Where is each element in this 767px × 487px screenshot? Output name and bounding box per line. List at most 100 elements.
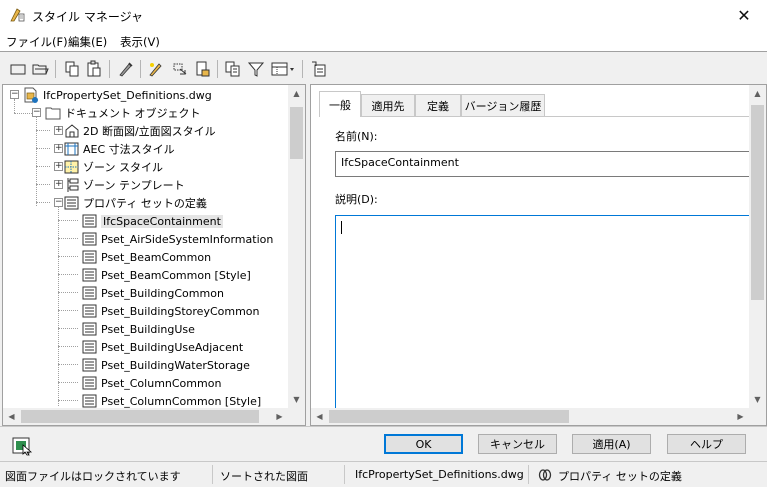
zone-style-icon: [64, 160, 79, 174]
toggle-view-icon[interactable]: [224, 60, 242, 78]
tree-item-label: Pset_BuildingWaterStorage: [101, 358, 250, 372]
tree-item-pset-3[interactable]: Pset_BeamCommon [Style]: [81, 266, 251, 284]
scroll-thumb[interactable]: [751, 105, 764, 300]
help-button[interactable]: ヘルプ: [667, 434, 746, 454]
tree-item-label: Pset_BuildingUse: [101, 322, 195, 336]
property-set-def-icon: [82, 268, 97, 282]
tree-group-label: AEC 寸法スタイル: [83, 143, 175, 156]
new-file-icon[interactable]: [9, 60, 27, 78]
title-bar: スタイル マネージャ ✕: [0, 0, 767, 31]
lock-icon[interactable]: [193, 60, 211, 78]
window-title: スタイル マネージャ: [32, 10, 143, 24]
scroll-thumb[interactable]: [290, 107, 303, 159]
property-set-def-icon: [82, 286, 97, 300]
tree-item-pset-4[interactable]: Pset_BuildingCommon: [81, 284, 224, 302]
details-vertical-scrollbar[interactable]: ▲ ▼: [749, 85, 766, 408]
tree-item-pset-8[interactable]: Pset_BuildingWaterStorage: [81, 356, 250, 374]
name-field[interactable]: IfcSpaceContainment: [335, 151, 755, 177]
apply-button[interactable]: 適用(A): [572, 434, 651, 454]
collapse-toggle[interactable]: −: [10, 90, 19, 99]
status-lock-text: 図面ファイルはロックされています: [5, 470, 181, 483]
scroll-down-arrow-icon[interactable]: ▼: [288, 391, 305, 408]
tree-item-pset-1[interactable]: Pset_AirSideSystemInformation: [81, 230, 273, 248]
menu-file[interactable]: ファイル(F): [6, 34, 68, 50]
scroll-left-arrow-icon[interactable]: ◀: [311, 408, 328, 425]
view-options-icon[interactable]: [270, 60, 296, 78]
tree-document-objects[interactable]: ドキュメント オブジェクト: [45, 104, 201, 122]
tab-applies-to[interactable]: 適用先: [361, 94, 415, 116]
scroll-thumb[interactable]: [21, 410, 259, 423]
status-category-text: プロパティ セットの定義: [558, 470, 682, 483]
paste-icon[interactable]: [85, 60, 103, 78]
tree-root-drawing[interactable]: IfcPropertySet_Definitions.dwg: [23, 86, 212, 104]
ok-button[interactable]: OK: [384, 434, 463, 454]
tab-definition[interactable]: 定義: [415, 94, 461, 116]
tree-item-pset-10[interactable]: Pset_ColumnCommon [Style]: [81, 392, 261, 409]
tree-item-pset-9[interactable]: Pset_ColumnCommon: [81, 374, 221, 392]
expand-toggle[interactable]: +: [54, 144, 63, 153]
property-set-def-icon: [82, 376, 97, 390]
scroll-left-arrow-icon[interactable]: ◀: [3, 408, 20, 425]
tree-item-pset-6[interactable]: Pset_BuildingUse: [81, 320, 195, 338]
tree-group-zone-template[interactable]: ゾーン テンプレート: [63, 176, 185, 194]
select-object-icon[interactable]: [11, 436, 33, 456]
status-bar: 図面ファイルはロックされています ソートされた図面 IfcPropertySet…: [0, 461, 767, 487]
drawing-file-icon: [24, 87, 38, 103]
tree-group-label: ゾーン スタイル: [83, 161, 163, 174]
collapse-toggle[interactable]: −: [32, 108, 41, 117]
menu-view[interactable]: 表示(V): [120, 34, 160, 50]
menu-bar: ファイル(F) 編集(E) 表示(V): [0, 31, 767, 51]
scroll-right-arrow-icon[interactable]: ▶: [271, 408, 288, 425]
tree-item-pset-2[interactable]: Pset_BeamCommon: [81, 248, 211, 266]
scroll-up-arrow-icon[interactable]: ▲: [749, 85, 766, 102]
tab-general[interactable]: 一般: [319, 91, 361, 117]
tree-item-pset-0[interactable]: IfcSpaceContainment: [81, 212, 223, 230]
name-label: 名前(N):: [335, 130, 378, 143]
property-set-def-icon: [82, 214, 97, 228]
status-sort-text: ソートされた図面: [220, 470, 308, 483]
tree-item-pset-7[interactable]: Pset_BuildingUseAdjacent: [81, 338, 243, 356]
filter-icon[interactable]: [247, 60, 265, 78]
tree-vertical-scrollbar[interactable]: ▲ ▼: [288, 85, 305, 408]
tree-item-label-selected: IfcSpaceContainment: [101, 214, 223, 228]
menu-edit[interactable]: 編集(E): [68, 34, 107, 50]
set-from-icon[interactable]: [170, 60, 188, 78]
edit-style-icon[interactable]: [147, 60, 165, 78]
dialog-button-bar: OK キャンセル 適用(A) ヘルプ: [0, 426, 767, 461]
link-icon: [538, 469, 552, 481]
style-tree[interactable]: − IfcPropertySet_Definitions.dwg − ドキュメン…: [3, 85, 289, 409]
purge-icon[interactable]: [117, 60, 135, 78]
expand-toggle[interactable]: +: [54, 180, 63, 189]
tree-item-label: Pset_ColumnCommon [Style]: [101, 394, 262, 408]
details-horizontal-scrollbar[interactable]: ◀ ▶: [311, 408, 749, 425]
property-set-def-icon: [82, 304, 97, 318]
tree-item-label: Pset_AirSideSystemInformation: [101, 232, 274, 246]
tree-item-label: Pset_BeamCommon [Style]: [101, 268, 251, 282]
tree-group-aec-dimension[interactable]: AEC 寸法スタイル: [63, 140, 175, 158]
copy-icon[interactable]: [63, 60, 81, 78]
expand-toggle[interactable]: +: [54, 126, 63, 135]
scroll-thumb[interactable]: [329, 410, 569, 423]
dimension-style-icon: [64, 142, 79, 156]
tree-group-property-set[interactable]: プロパティ セットの定義: [63, 194, 207, 212]
tab-version-history[interactable]: バージョン履歴: [461, 94, 545, 116]
open-folder-icon[interactable]: [31, 60, 49, 78]
tree-group-2d-section[interactable]: 2D 断面図/立面図スタイル: [63, 122, 216, 140]
help-icon[interactable]: [310, 60, 328, 78]
property-set-def-icon: [82, 232, 97, 246]
close-icon[interactable]: ✕: [721, 0, 767, 31]
tree-horizontal-scrollbar[interactable]: ◀ ▶: [3, 408, 288, 425]
scroll-up-arrow-icon[interactable]: ▲: [288, 85, 305, 102]
scroll-right-arrow-icon[interactable]: ▶: [732, 408, 749, 425]
tree-root-label: IfcPropertySet_Definitions.dwg: [43, 88, 212, 102]
tree-item-pset-5[interactable]: Pset_BuildingStoreyCommon: [81, 302, 260, 320]
style-tree-panel: − IfcPropertySet_Definitions.dwg − ドキュメン…: [2, 84, 306, 426]
cancel-button[interactable]: キャンセル: [478, 434, 557, 454]
description-field[interactable]: [335, 215, 755, 409]
tree-group-label: ゾーン テンプレート: [83, 179, 185, 192]
tree-group-zone-style[interactable]: ゾーン スタイル: [63, 158, 163, 176]
collapse-toggle[interactable]: −: [54, 198, 63, 207]
expand-toggle[interactable]: +: [54, 162, 63, 171]
scroll-down-arrow-icon[interactable]: ▼: [749, 391, 766, 408]
property-set-def-icon: [82, 250, 97, 264]
